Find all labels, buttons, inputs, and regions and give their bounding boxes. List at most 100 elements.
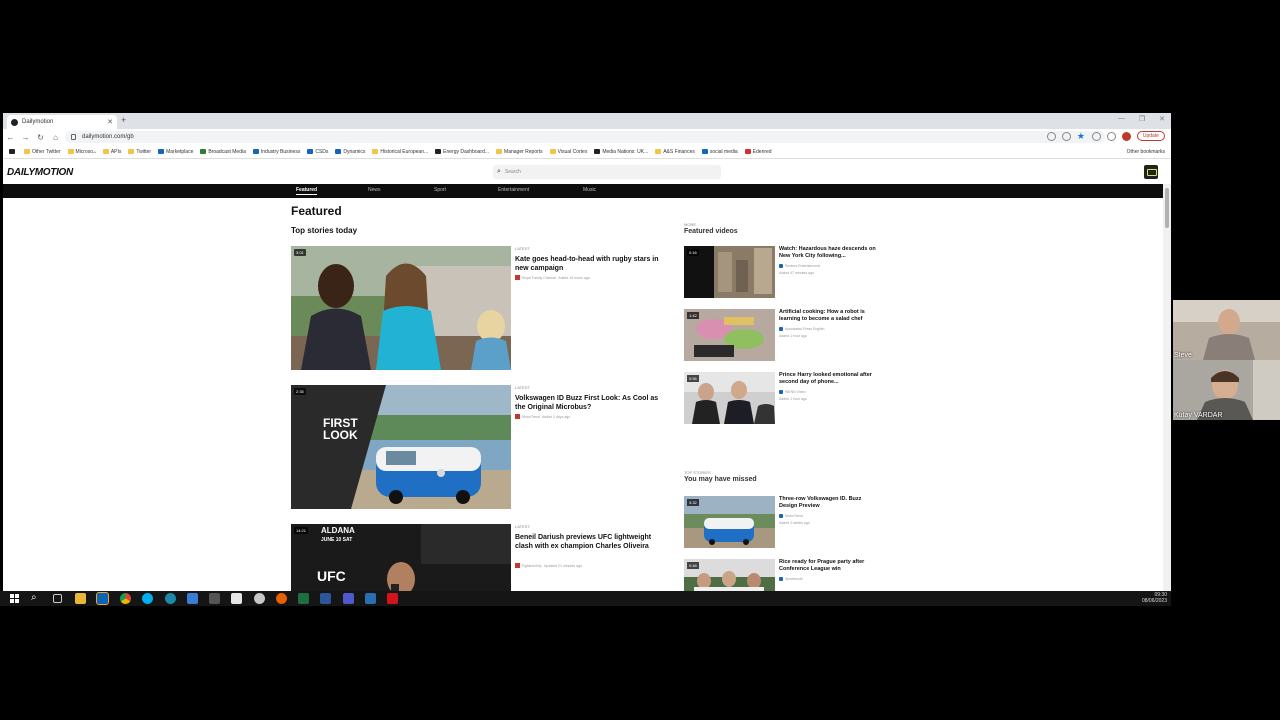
extensions-icon[interactable]	[1091, 131, 1101, 141]
forward-arrow-icon[interactable]: →	[18, 133, 33, 142]
app-icon[interactable]	[254, 593, 265, 604]
video-item[interactable]: 0:56 Prince Harry looked emotional after…	[684, 372, 884, 424]
channel-name[interactable]: Associated Press English	[785, 327, 825, 331]
tab-dailymotion[interactable]: Dailymotion ✕	[7, 115, 117, 129]
scrollbar-thumb[interactable]	[1165, 188, 1169, 228]
video-item[interactable]: 1:42 Artificial cooking: How a robot is …	[684, 309, 884, 361]
excel-icon[interactable]	[298, 593, 309, 604]
story-card[interactable]: 14:21 ALDANA JUNE 10 SAT UFC LATEST Bene…	[291, 524, 671, 591]
app-icon[interactable]	[187, 593, 198, 604]
video-item[interactable]: 0:16 Watch: Hazardous haze descends on N…	[684, 246, 884, 298]
share-icon[interactable]	[1061, 131, 1071, 141]
tab-close-icon[interactable]: ✕	[107, 118, 113, 126]
video-thumbnail[interactable]: 0:56	[684, 372, 775, 424]
bookmark-item[interactable]: Industry Business	[252, 149, 300, 155]
video-title[interactable]: Prince Harry looked emotional after seco…	[779, 372, 879, 386]
app-icon[interactable]	[365, 593, 376, 604]
video-item[interactable]: 0:48 Rice ready for Prague party after C…	[684, 559, 884, 591]
taskbar-clock[interactable]: 09:30 08/06/2023	[1142, 592, 1167, 604]
video-title[interactable]: Three-row Volkswagen ID. Buzz Design Pre…	[779, 496, 879, 510]
story-thumbnail[interactable]: 14:21 ALDANA JUNE 10 SAT UFC	[291, 524, 511, 591]
channel-name[interactable]: MotorTrend	[785, 514, 803, 518]
bookmark-item[interactable]: Dynamics	[335, 149, 365, 155]
story-title[interactable]: Kate goes head-to-head with rugby stars …	[515, 255, 665, 273]
bookmark-item[interactable]: Historical European...	[372, 149, 428, 155]
skype-icon[interactable]	[142, 593, 153, 604]
channel-name[interactable]: Royal Family Channel	[522, 276, 556, 280]
channel-name[interactable]: FightersOnly	[522, 564, 542, 568]
update-button[interactable]: Update	[1136, 131, 1165, 141]
bookmark-item[interactable]: A&S Finances	[655, 149, 695, 155]
acrobat-icon[interactable]	[387, 593, 398, 604]
bookmark-item[interactable]: Other Twitter	[24, 149, 61, 155]
video-item[interactable]: 3:32 Three-row Volkswagen ID. Buzz Desig…	[684, 496, 884, 548]
channel-name[interactable]: WENN Video	[785, 390, 806, 394]
channel-name[interactable]: Reuters Entertainment	[785, 264, 820, 268]
teams-icon[interactable]	[343, 593, 354, 604]
nav-sport[interactable]: Sport	[434, 187, 446, 193]
bookmark-item[interactable]: Broadcast Media	[200, 149, 246, 155]
video-title[interactable]: Rice ready for Prague party after Confer…	[779, 559, 879, 573]
dailymotion-logo[interactable]: DAILYMOTION	[7, 167, 73, 178]
bookmark-star-icon[interactable]: ★	[1077, 131, 1086, 141]
edge-icon[interactable]	[165, 593, 176, 604]
story-thumbnail[interactable]: 2:35 FIRST LOOK	[291, 385, 511, 509]
site-search-input[interactable]: ⌕ Search	[493, 165, 721, 179]
bookmark-item[interactable]: Visual Cortex	[549, 149, 587, 155]
address-bar[interactable]: dailymotion.com/gb	[65, 131, 1105, 143]
page-scrollbar[interactable]	[1163, 184, 1171, 591]
calculator-icon[interactable]	[209, 593, 220, 604]
minimize-icon[interactable]: —	[1118, 115, 1125, 123]
video-thumbnail[interactable]: 3:32	[684, 496, 775, 548]
nav-featured[interactable]: Featured	[296, 187, 318, 195]
story-card[interactable]: 2:35 FIRST LOOK LATEST Volkswagen ID Buz…	[291, 385, 671, 509]
video-thumbnail[interactable]: 1:42	[684, 309, 775, 361]
search-icon[interactable]	[1046, 131, 1056, 141]
chrome-icon[interactable]	[120, 593, 131, 604]
story-title[interactable]: Beneil Dariush previews UFC lightweight …	[515, 533, 665, 551]
bookmark-item[interactable]: social media	[701, 149, 738, 155]
profile-avatar[interactable]	[1121, 131, 1131, 141]
reload-icon[interactable]: ↻	[33, 133, 48, 142]
featured-videos-heading[interactable]: Featured videos	[684, 228, 738, 235]
bookmark-item[interactable]: CSDs	[307, 149, 328, 155]
channel-name[interactable]: Sportsmole	[785, 577, 803, 581]
close-window-icon[interactable]: ✕	[1159, 115, 1165, 123]
sidepanel-icon[interactable]	[1106, 131, 1116, 141]
file-explorer-icon[interactable]	[75, 593, 86, 604]
word-icon[interactable]	[320, 593, 331, 604]
you-may-have-missed-heading[interactable]: You may have missed	[684, 476, 757, 483]
bookmark-item[interactable]	[9, 149, 17, 154]
nav-music[interactable]: Music	[583, 187, 596, 193]
story-title[interactable]: Volkswagen ID Buzz First Look: As Cool a…	[515, 394, 665, 412]
app-icon[interactable]	[1144, 165, 1158, 179]
taskbar-search-icon[interactable]: ⌕	[31, 592, 37, 603]
task-view-icon[interactable]	[53, 594, 62, 603]
home-icon[interactable]: ⌂	[48, 133, 63, 142]
bookmark-item[interactable]: Energy Dashboard...	[435, 149, 489, 155]
bookmark-item[interactable]: Marketplace	[158, 149, 193, 155]
bookmark-item[interactable]: Media Nations: UK...	[594, 149, 648, 155]
restore-icon[interactable]: ❐	[1139, 115, 1145, 123]
video-thumbnail[interactable]: 0:16	[684, 246, 775, 298]
firefox-icon[interactable]	[276, 593, 287, 604]
video-thumbnail[interactable]: 0:48	[684, 559, 775, 591]
notepad-icon[interactable]	[231, 593, 242, 604]
back-arrow-icon[interactable]: ←	[3, 133, 18, 142]
nav-news[interactable]: News	[368, 187, 381, 193]
other-bookmarks[interactable]: Other bookmarks	[1127, 149, 1165, 155]
bookmark-item[interactable]: Edenred	[744, 149, 772, 155]
channel-name[interactable]: MotorTrend	[522, 415, 540, 419]
outlook-icon[interactable]	[96, 592, 109, 605]
video-title[interactable]: Watch: Hazardous haze descends on New Yo…	[779, 246, 879, 260]
bookmark-item[interactable]: APIs	[102, 149, 121, 155]
story-thumbnail[interactable]: 3:01	[291, 246, 511, 370]
bookmark-item[interactable]: Manager Reports	[496, 149, 543, 155]
story-card[interactable]: 3:01 LATEST Kate goes head-to-head with …	[291, 246, 671, 370]
new-tab-button[interactable]: +	[121, 115, 126, 125]
video-title[interactable]: Artificial cooking: How a robot is learn…	[779, 309, 879, 323]
participant-video[interactable]: Steve	[1173, 300, 1280, 360]
nav-entertainment[interactable]: Entertainment	[498, 187, 529, 193]
windows-start-icon[interactable]	[10, 594, 19, 603]
participant-video[interactable]: Kutay VARDAR	[1173, 360, 1280, 420]
